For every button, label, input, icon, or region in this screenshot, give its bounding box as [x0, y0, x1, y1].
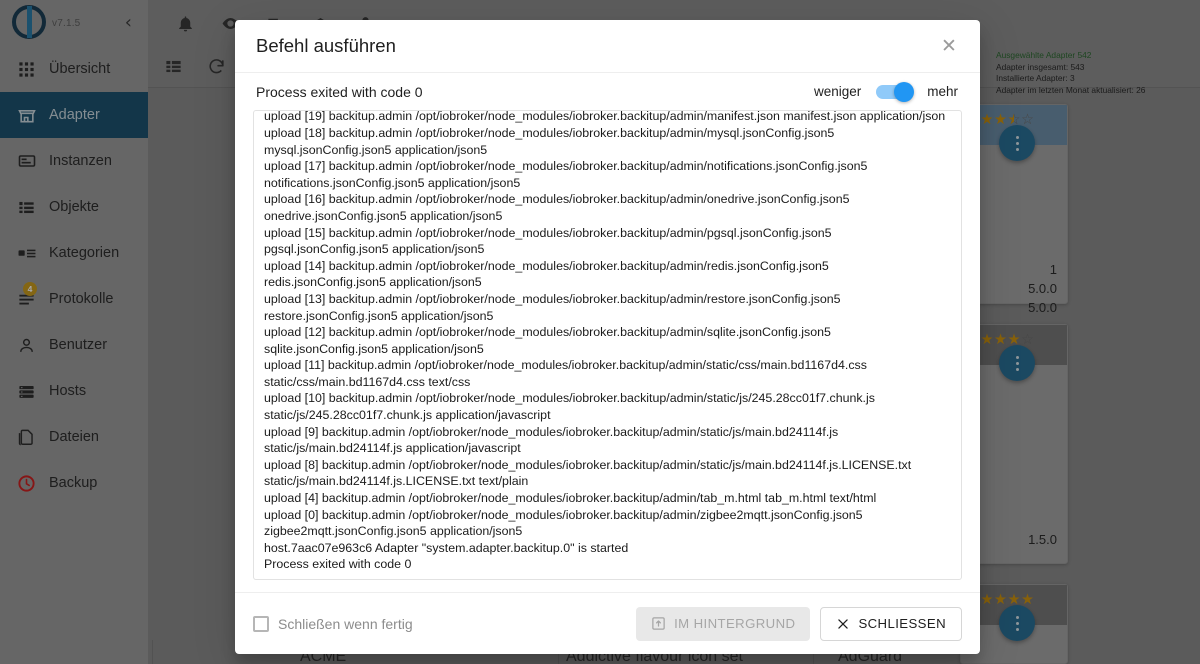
background-icon: [651, 616, 666, 631]
close-when-done-label: Schließen wenn fertig: [278, 616, 413, 632]
log-line: upload [18] backitup.admin /opt/iobroker…: [264, 125, 953, 158]
command-log-panel[interactable]: upload [19] backitup.admin /opt/iobroker…: [253, 110, 962, 580]
app-root: v7.1.5 ‹ ÜbersichtAdapterInstanzenObjekt…: [0, 0, 1200, 664]
log-line: upload [4] backitup.admin /opt/iobroker/…: [264, 490, 953, 507]
log-line: upload [0] backitup.admin /opt/iobroker/…: [264, 507, 953, 540]
command-log-lines: upload [19] backitup.admin /opt/iobroker…: [264, 110, 953, 573]
log-line: upload [11] backitup.admin /opt/iobroker…: [264, 357, 953, 390]
dialog-status-bar: Process exited with code 0 weniger mehr: [235, 72, 980, 110]
toggle-label-less: weniger: [814, 84, 861, 99]
close-when-done-checkbox[interactable]: Schließen wenn fertig: [253, 616, 413, 632]
log-line: upload [8] backitup.admin /opt/iobroker/…: [264, 457, 953, 490]
log-line: upload [15] backitup.admin /opt/iobroker…: [264, 225, 953, 258]
dialog-header: Befehl ausführen ✕: [235, 20, 980, 72]
log-line: upload [10] backitup.admin /opt/iobroker…: [264, 390, 953, 423]
background-button[interactable]: IM HINTERGRUND: [636, 607, 810, 641]
verbosity-toggle-group: weniger mehr: [814, 81, 958, 103]
close-button[interactable]: SCHLIESSEN: [820, 607, 962, 641]
log-line: upload [13] backitup.admin /opt/iobroker…: [264, 291, 953, 324]
log-line: upload [9] backitup.admin /opt/iobroker/…: [264, 424, 953, 457]
log-line: upload [19] backitup.admin /opt/iobroker…: [264, 110, 953, 125]
checkbox-box[interactable]: [253, 616, 269, 632]
process-status-text: Process exited with code 0: [256, 84, 423, 100]
dialog-footer: Schließen wenn fertig IM HINTERGRUND SCH…: [235, 592, 980, 654]
background-button-label: IM HINTERGRUND: [674, 616, 795, 631]
log-line: upload [12] backitup.admin /opt/iobroker…: [264, 324, 953, 357]
log-line: upload [16] backitup.admin /opt/iobroker…: [264, 191, 953, 224]
log-line: host.7aac07e963c6 Adapter "system.adapte…: [264, 540, 953, 557]
close-icon: [836, 617, 850, 631]
verbosity-toggle[interactable]: [870, 81, 918, 103]
log-line: upload [14] backitup.admin /opt/iobroker…: [264, 258, 953, 291]
execute-command-dialog: Befehl ausführen ✕ Process exited with c…: [235, 20, 980, 654]
log-line: Process exited with code 0: [264, 556, 953, 573]
dialog-title: Befehl ausführen: [256, 35, 396, 57]
close-button-label: SCHLIESSEN: [858, 616, 946, 631]
log-line: upload [17] backitup.admin /opt/iobroker…: [264, 158, 953, 191]
close-icon[interactable]: ✕: [932, 29, 966, 63]
toggle-label-more: mehr: [927, 84, 958, 99]
